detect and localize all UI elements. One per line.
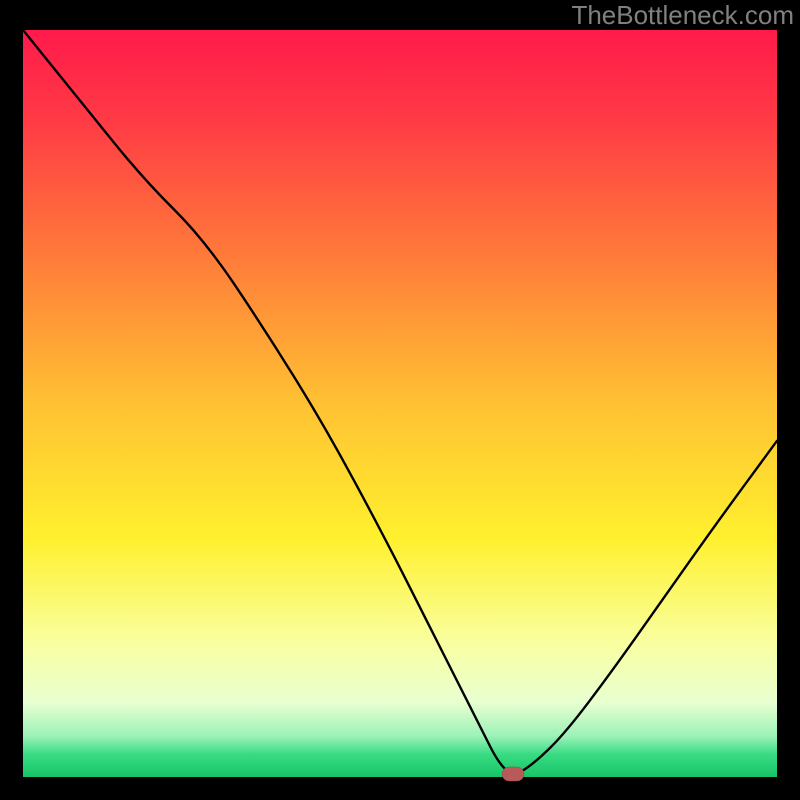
bottleneck-chart (0, 0, 800, 800)
chart-container: TheBottleneck.com (0, 0, 800, 800)
plot-gradient-bg (23, 30, 777, 777)
optimum-marker (502, 767, 524, 781)
plot-area-group (23, 30, 777, 781)
watermark-text: TheBottleneck.com (571, 0, 794, 31)
